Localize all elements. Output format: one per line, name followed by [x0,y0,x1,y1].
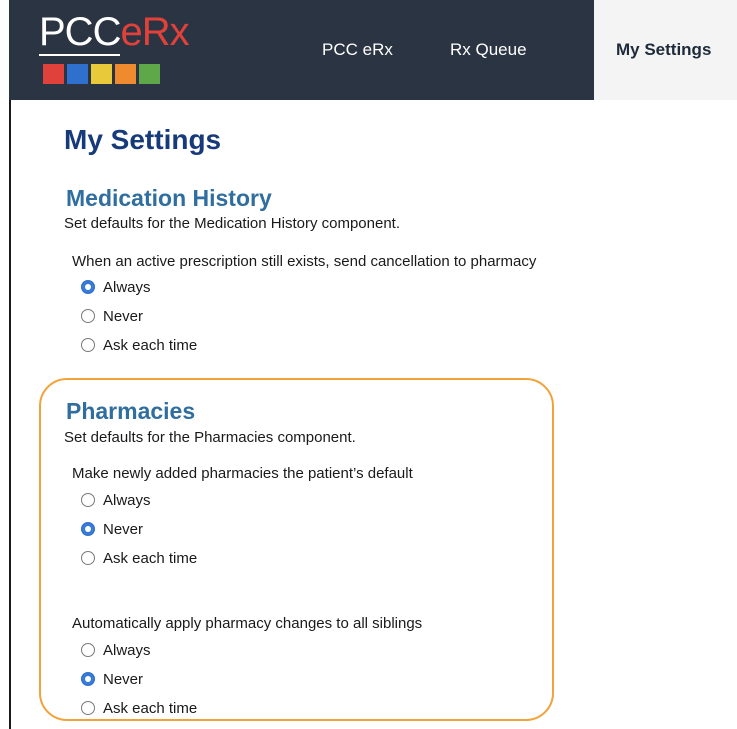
nav-item-my-settings[interactable]: My Settings [594,0,737,100]
radio-option-never[interactable]: Never [81,306,143,326]
top-nav-bar: PCCeRx PCC eRx Rx Queue My Settings [9,0,737,100]
section-title-pharmacies: Pharmacies [66,398,196,424]
nav-item-pcc-erx[interactable]: PCC eRx [322,0,393,100]
logo-color-squares [43,64,160,84]
radio-option-ask-each-time[interactable]: Ask each time [81,548,197,568]
radio-button[interactable] [81,493,95,507]
question-cancellation: When an active prescription still exists… [72,253,537,270]
radio-option-always[interactable]: Always [81,640,151,660]
radio-option-always[interactable]: Always [81,277,151,297]
radio-label: Ask each time [103,336,198,354]
radio-button[interactable] [81,309,95,323]
radio-button-selected[interactable] [81,280,95,294]
radio-button[interactable] [81,643,95,657]
radio-label: Never [103,670,144,688]
radio-button[interactable] [81,701,95,715]
radio-label: Always [103,641,151,659]
radio-label: Ask each time [103,549,198,567]
logo-square [43,64,64,84]
radio-label: Ask each time [103,699,198,717]
radio-button-selected[interactable] [81,672,95,686]
logo-square [139,64,160,84]
radio-label: Always [103,278,151,296]
radio-button[interactable] [81,338,95,352]
radio-option-never[interactable]: Never [81,669,143,689]
radio-button[interactable] [81,551,95,565]
nav-item-rx-queue[interactable]: Rx Queue [450,0,527,100]
radio-label: Never [103,307,144,325]
logo-text-pcc: PCC [39,10,121,56]
logo-square [67,64,88,84]
radio-option-never[interactable]: Never [81,519,143,539]
section-title-medication-history: Medication History [66,185,272,211]
radio-option-ask-each-time[interactable]: Ask each time [81,698,197,718]
radio-label: Never [103,520,144,538]
section-description: Set defaults for the Pharmacies componen… [64,429,356,446]
pcc-erx-logo[interactable]: PCCeRx [39,10,190,90]
section-description: Set defaults for the Medication History … [64,215,401,232]
logo-square [115,64,136,84]
logo-text-erx: eRx [120,10,189,54]
radio-option-ask-each-time[interactable]: Ask each time [81,335,197,355]
radio-option-always[interactable]: Always [81,490,151,510]
page-title: My Settings [64,124,222,155]
question-default-pharmacy: Make newly added pharmacies the patient’… [72,465,413,482]
radio-label: Always [103,491,151,509]
logo-text: PCCeRx [39,10,190,56]
radio-button-selected[interactable] [81,522,95,536]
nav-item-label: My Settings [616,40,712,59]
logo-square [91,64,112,84]
question-siblings: Automatically apply pharmacy changes to … [72,615,423,632]
